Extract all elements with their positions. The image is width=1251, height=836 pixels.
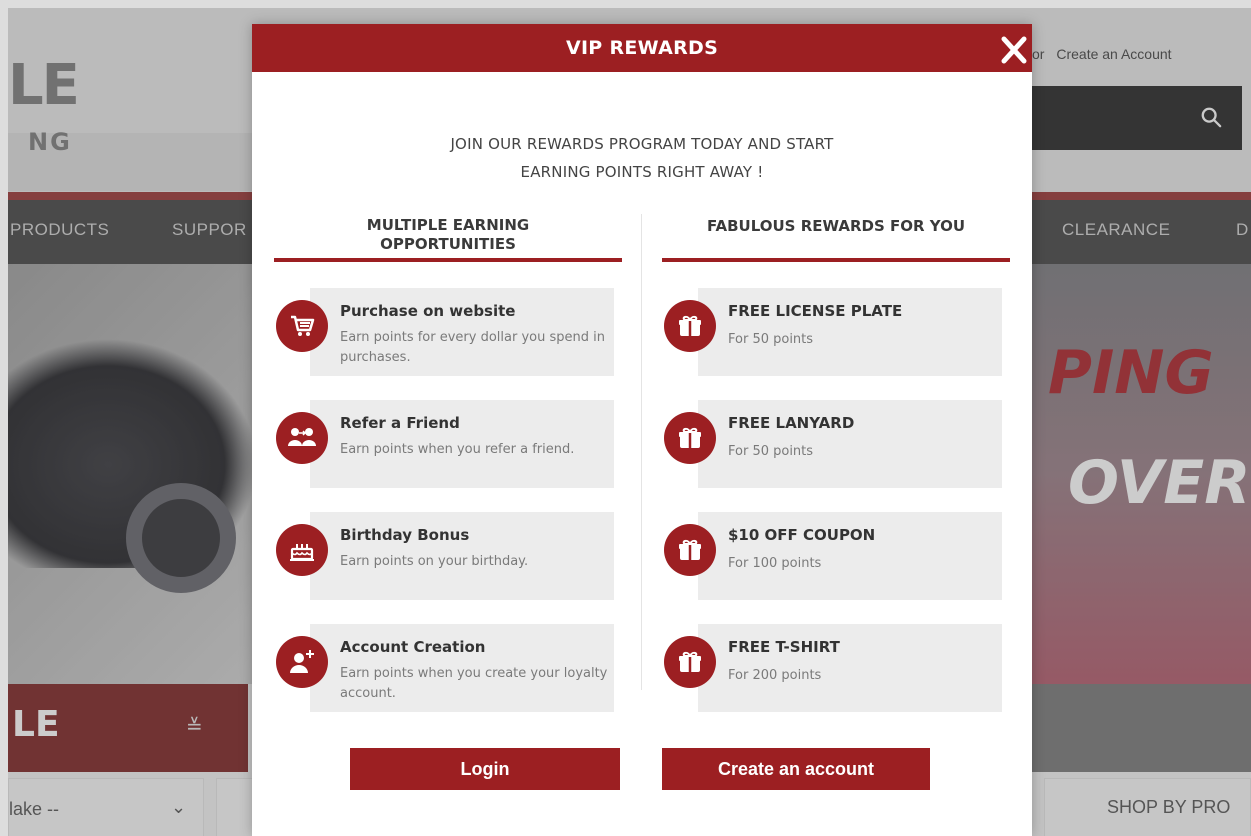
reward-item-tshirt: FREE T-SHIRT For 200 points (698, 624, 1002, 712)
earning-item-desc: Earn points when you create your loyalty… (340, 666, 608, 701)
intro-line-2: EARNING POINTS RIGHT AWAY ! (520, 163, 764, 181)
rewards-heading: FABULOUS REWARDS FOR YOU (706, 217, 966, 235)
reward-item-coupon: $10 OFF COUPON For 100 points (698, 512, 1002, 600)
earning-item-title: Refer a Friend (340, 414, 460, 432)
earning-item-title: Purchase on website (340, 302, 516, 320)
column-divider (641, 214, 642, 690)
earning-item-title: Account Creation (340, 638, 486, 656)
earning-heading-line-1: MULTIPLE EARNING (366, 216, 530, 234)
reward-item-title: FREE T-SHIRT (728, 638, 840, 656)
intro-text: JOIN OUR REWARDS PROGRAM TODAY AND START… (252, 130, 1032, 186)
reward-item-title: FREE LANYARD (728, 414, 855, 432)
earning-item-title: Birthday Bonus (340, 526, 470, 544)
reward-item-points: For 100 points (728, 556, 822, 571)
cart-icon (276, 300, 328, 352)
close-icon[interactable] (994, 31, 1034, 71)
earning-item-refer: Refer a Friend Earn points when you refe… (310, 400, 614, 488)
reward-item-license-plate: FREE LICENSE PLATE For 50 points (698, 288, 1002, 376)
modal-header: VIP REWARDS (252, 24, 1032, 72)
reward-item-points: For 200 points (728, 668, 822, 683)
gift-icon (664, 300, 716, 352)
earning-heading: MULTIPLE EARNING OPPORTUNITIES (274, 216, 622, 254)
earning-item-birthday: Birthday Bonus Earn points on your birth… (310, 512, 614, 600)
earning-heading-line-2: OPPORTUNITIES (380, 235, 516, 253)
rewards-heading-rule (662, 258, 1010, 262)
login-button[interactable]: Login (350, 748, 620, 790)
reward-item-title: $10 OFF COUPON (728, 526, 876, 544)
reward-item-points: For 50 points (728, 444, 814, 459)
refer-icon (276, 412, 328, 464)
gift-icon (664, 636, 716, 688)
intro-line-1: JOIN OUR REWARDS PROGRAM TODAY AND START (450, 135, 834, 153)
reward-item-lanyard: FREE LANYARD For 50 points (698, 400, 1002, 488)
earning-heading-rule (274, 258, 622, 262)
reward-item-title: FREE LICENSE PLATE (728, 302, 903, 320)
cake-icon (276, 524, 328, 576)
add-user-icon (276, 636, 328, 688)
earning-item-desc: Earn points on your birthday. (340, 554, 529, 569)
modal-title: VIP REWARDS (565, 37, 719, 59)
create-account-button[interactable]: Create an account (662, 748, 930, 790)
vip-rewards-modal: VIP REWARDS JOIN OUR REWARDS PROGRAM TOD… (252, 24, 1032, 836)
gift-icon (664, 524, 716, 576)
earning-item-account: Account Creation Earn points when you cr… (310, 624, 614, 712)
gift-icon (664, 412, 716, 464)
earning-item-desc: Earn points when you refer a friend. (340, 442, 575, 457)
earning-item-purchase: Purchase on website Earn points for ever… (310, 288, 614, 376)
earning-item-desc: Earn points for every dollar you spend i… (340, 330, 605, 365)
reward-item-points: For 50 points (728, 332, 814, 347)
